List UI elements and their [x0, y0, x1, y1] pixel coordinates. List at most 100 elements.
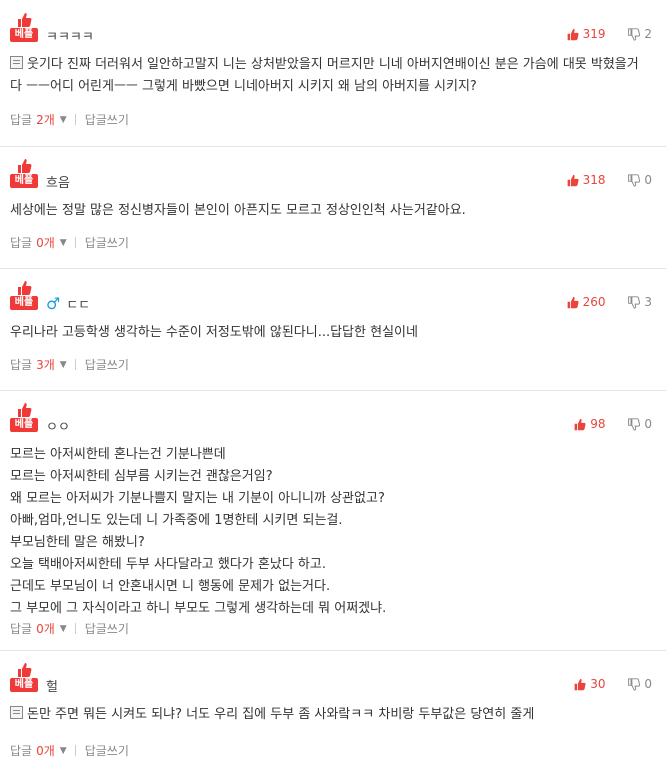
comment-text: 돈만 주면 뭐든 시켜도 되냐? 너도 우리 집에 두부 좀 사와랔ㅋㅋ 차비랑… — [27, 707, 535, 722]
reply-count: 2개 — [36, 113, 55, 127]
comment-item: 베플 흐음 318 0 세상에는 정말 많은 정신병자들이 본인이 아픈지도 모… — [0, 146, 666, 268]
comment-text-line: 왜 모르는 아저씨가 기분나쁠지 말지는 내 기분이 아니니까 상관없고? — [10, 491, 385, 506]
thumbs-up-icon — [18, 403, 32, 417]
best-badge: 베플 — [10, 280, 38, 314]
nickname: ㄷㄷ — [66, 298, 91, 313]
best-badge: 베플 — [10, 402, 38, 436]
thumbs-up-icon — [567, 28, 579, 40]
comment-text-line: 부모님한테 말은 해봤니? — [10, 535, 145, 550]
caret-down-icon: ▼ — [59, 745, 67, 756]
downvote-button[interactable]: 0 — [627, 417, 652, 431]
reply-toggle[interactable]: 답글 3개 ▼ — [10, 356, 67, 373]
vote-area: 319 2 — [566, 27, 652, 44]
reply-count: 0개 — [36, 744, 55, 758]
comment-item: 베플 ㅇㅇ 98 0 모르는 아저씨한테 혼나는건 기분나쁜데 모르는 아저씨한… — [0, 390, 666, 650]
thumbs-up-icon — [18, 159, 32, 173]
nickname[interactable]: ㅇㅇ — [46, 416, 70, 435]
nickname[interactable]: 헐 — [46, 676, 58, 695]
upvote-count: 30 — [590, 677, 606, 691]
upvote-count: 318 — [582, 173, 606, 187]
vote-area: 260 3 — [566, 295, 652, 312]
thumbs-up-icon — [18, 281, 32, 295]
thumbs-up-icon — [574, 418, 586, 430]
thumbs-up-icon — [567, 174, 579, 186]
divider — [74, 623, 76, 634]
write-reply-button[interactable]: 답글쓰기 — [85, 356, 129, 373]
reply-toggle[interactable]: 답글 0개 ▼ — [10, 620, 67, 637]
upvote-button[interactable]: 319 — [566, 27, 606, 41]
caret-down-icon: ▼ — [59, 359, 67, 370]
upvote-button[interactable]: 318 — [566, 173, 606, 187]
divider — [74, 237, 76, 248]
comment-actions: 답글 0개 ▼ 답글쓰기 — [10, 234, 129, 251]
comment-text: 세상에는 정말 많은 정신병자들이 본인이 아픈지도 모르고 정상인인척 사는거… — [10, 203, 466, 218]
thumbs-up-icon — [574, 678, 586, 690]
thumbs-down-icon — [628, 417, 641, 431]
thumbs-down-icon — [628, 27, 641, 41]
downvote-button[interactable]: 0 — [627, 677, 652, 691]
write-reply-button[interactable]: 답글쓰기 — [85, 620, 129, 637]
write-reply-button[interactable]: 답글쓰기 — [85, 742, 129, 759]
divider — [74, 114, 76, 125]
write-reply-button[interactable]: 답글쓰기 — [85, 111, 129, 128]
comment-actions: 답글 0개 ▼ 답글쓰기 — [10, 742, 129, 759]
upvote-button[interactable]: 260 — [566, 295, 606, 309]
nickname[interactable]: ㅋㅋㅋㅋ — [46, 26, 94, 45]
comment-text-line: 모르는 아저씨한테 혼나는건 기분나쁜데 — [10, 447, 226, 462]
thumbs-up-icon — [567, 296, 579, 308]
comment-text: 우리나라 고등학생 생각하는 수준이 저정도밖에 않된다니...답답한 현실이네 — [10, 325, 418, 340]
reply-toggle[interactable]: 답글 2개 ▼ — [10, 111, 67, 128]
upvote-button[interactable]: 98 — [573, 417, 606, 431]
best-label: 베플 — [10, 296, 38, 310]
divider — [74, 745, 76, 756]
best-label: 베플 — [10, 28, 38, 42]
thumbs-down-icon — [628, 173, 641, 187]
caret-down-icon: ▼ — [59, 237, 67, 248]
vote-area: 30 0 — [573, 677, 652, 694]
comment-body: 모르는 아저씨한테 혼나는건 기분나쁜데 모르는 아저씨한테 심부름 시키는건 … — [10, 444, 650, 620]
downvote-count: 3 — [644, 295, 652, 309]
comment-item: 베플 헐 30 0 돈만 주면 뭐든 시켜도 되냐? 너도 우리 집에 두부 좀… — [0, 650, 666, 776]
reply-toggle[interactable]: 답글 0개 ▼ — [10, 234, 67, 251]
comment-text-line: 오늘 택배아저씨한테 두부 사다달라고 했다가 혼났다 하고. — [10, 557, 326, 572]
nickname[interactable]: 흐음 — [46, 172, 70, 191]
thumbs-up-icon — [18, 13, 32, 27]
reply-label: 답글 — [10, 358, 33, 372]
comment-text-line: 그 부모에 그 자식이라고 하니 부모도 그렇게 생각하는데 뭐 어쩌겠냐. — [10, 601, 387, 616]
reply-label: 답글 — [10, 113, 33, 127]
image-attachment-icon — [10, 706, 23, 719]
write-reply-button[interactable]: 답글쓰기 — [85, 234, 129, 251]
best-label: 베플 — [10, 678, 38, 692]
best-badge: 베플 — [10, 662, 38, 696]
best-badge: 베플 — [10, 12, 38, 46]
comment-body: 돈만 주면 뭐든 시켜도 되냐? 너도 우리 집에 두부 좀 사와랔ㅋㅋ 차비랑… — [10, 704, 650, 726]
reply-count: 0개 — [36, 236, 55, 250]
divider — [74, 359, 76, 370]
comment-actions: 답글 0개 ▼ 답글쓰기 — [10, 620, 129, 637]
reply-label: 답글 — [10, 622, 33, 636]
downvote-button[interactable]: 2 — [627, 27, 652, 41]
comment-body: 웃기다 진짜 더러워서 일안하고말지 니는 상처받았을지 머르지만 니네 아버지… — [10, 54, 650, 98]
vote-area: 318 0 — [566, 173, 652, 190]
downvote-button[interactable]: 0 — [627, 173, 652, 187]
caret-down-icon: ▼ — [59, 114, 67, 125]
reply-label: 답글 — [10, 236, 33, 250]
comment-text-line: 모르는 아저씨한테 심부름 시키는건 괜찮은거임? — [10, 469, 273, 484]
nickname-area[interactable]: ♂ ㄷㄷ — [46, 294, 90, 313]
reply-label: 답글 — [10, 744, 33, 758]
comment-item: 베플 ♂ ㄷㄷ 260 3 우리나라 고등학생 생각하는 수준이 저정도밖에 않된… — [0, 268, 666, 390]
male-icon: ♂ — [46, 294, 61, 313]
best-label: 베플 — [10, 418, 38, 432]
comment-actions: 답글 2개 ▼ 답글쓰기 — [10, 111, 129, 128]
best-label: 베플 — [10, 174, 38, 188]
reply-toggle[interactable]: 답글 0개 ▼ — [10, 742, 67, 759]
downvote-count: 0 — [644, 173, 652, 187]
comment-actions: 답글 3개 ▼ 답글쓰기 — [10, 356, 129, 373]
upvote-button[interactable]: 30 — [573, 677, 606, 691]
downvote-count: 0 — [644, 677, 652, 691]
thumbs-down-icon — [628, 677, 641, 691]
downvote-button[interactable]: 3 — [627, 295, 652, 309]
upvote-count: 260 — [582, 295, 606, 309]
downvote-count: 0 — [644, 417, 652, 431]
best-badge: 베플 — [10, 158, 38, 192]
